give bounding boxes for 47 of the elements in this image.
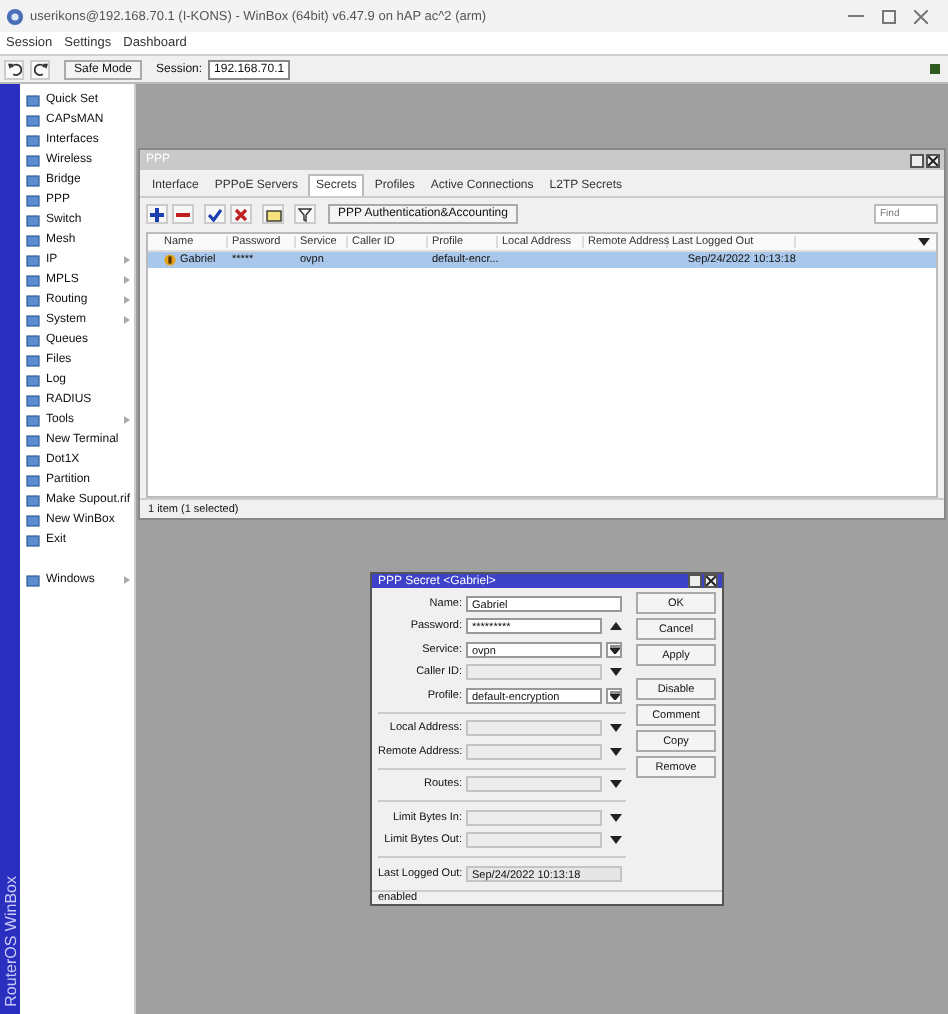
dropdown-button[interactable] [606,641,622,658]
expand-icon[interactable] [610,836,622,845]
dropdown-arrow-icon [609,644,619,655]
status-indicator [930,64,940,74]
expand-icon[interactable] [610,724,622,733]
dropdown-arrow-icon [609,690,619,701]
filter-icon [298,207,312,221]
menu-icon [26,573,40,587]
input-field[interactable] [466,720,602,737]
comment-button[interactable] [262,204,284,224]
show-password-icon[interactable] [610,622,622,631]
remove-button[interactable] [172,204,194,224]
close-icon [706,576,716,587]
user-icon [164,254,176,266]
restore-button[interactable] [688,574,702,589]
input-field[interactable] [466,743,602,760]
maximize-icon[interactable] [882,9,896,23]
close-icon [928,155,938,165]
note-icon [265,207,281,221]
undo-button[interactable] [4,59,24,79]
close-icon[interactable] [914,9,928,23]
input-field[interactable] [466,776,602,793]
checkmark-icon [208,207,222,221]
redo-icon [33,62,47,76]
close-button[interactable] [926,153,940,167]
expand-icon[interactable] [610,668,622,677]
close-button[interactable] [704,574,718,589]
enable-button[interactable] [204,204,226,224]
plus-icon [150,207,164,221]
add-button[interactable] [146,204,168,224]
redo-button[interactable] [30,59,50,79]
input-field[interactable] [466,664,602,681]
column-menu-icon[interactable] [918,238,930,246]
dropdown-button[interactable] [606,687,622,704]
minus-icon [176,207,190,221]
filter-button[interactable] [294,204,316,224]
expand-icon[interactable] [610,780,622,789]
expand-icon[interactable] [610,747,622,756]
cross-icon [234,207,248,221]
undo-icon [7,62,21,76]
expand-icon[interactable] [610,813,622,822]
restore-button[interactable] [910,153,924,167]
disable-button[interactable] [230,204,252,224]
brand-label: RouterOS WinBox [1,875,19,1006]
input-field[interactable] [466,809,602,826]
app-icon [6,7,24,25]
input-field[interactable] [466,832,602,849]
